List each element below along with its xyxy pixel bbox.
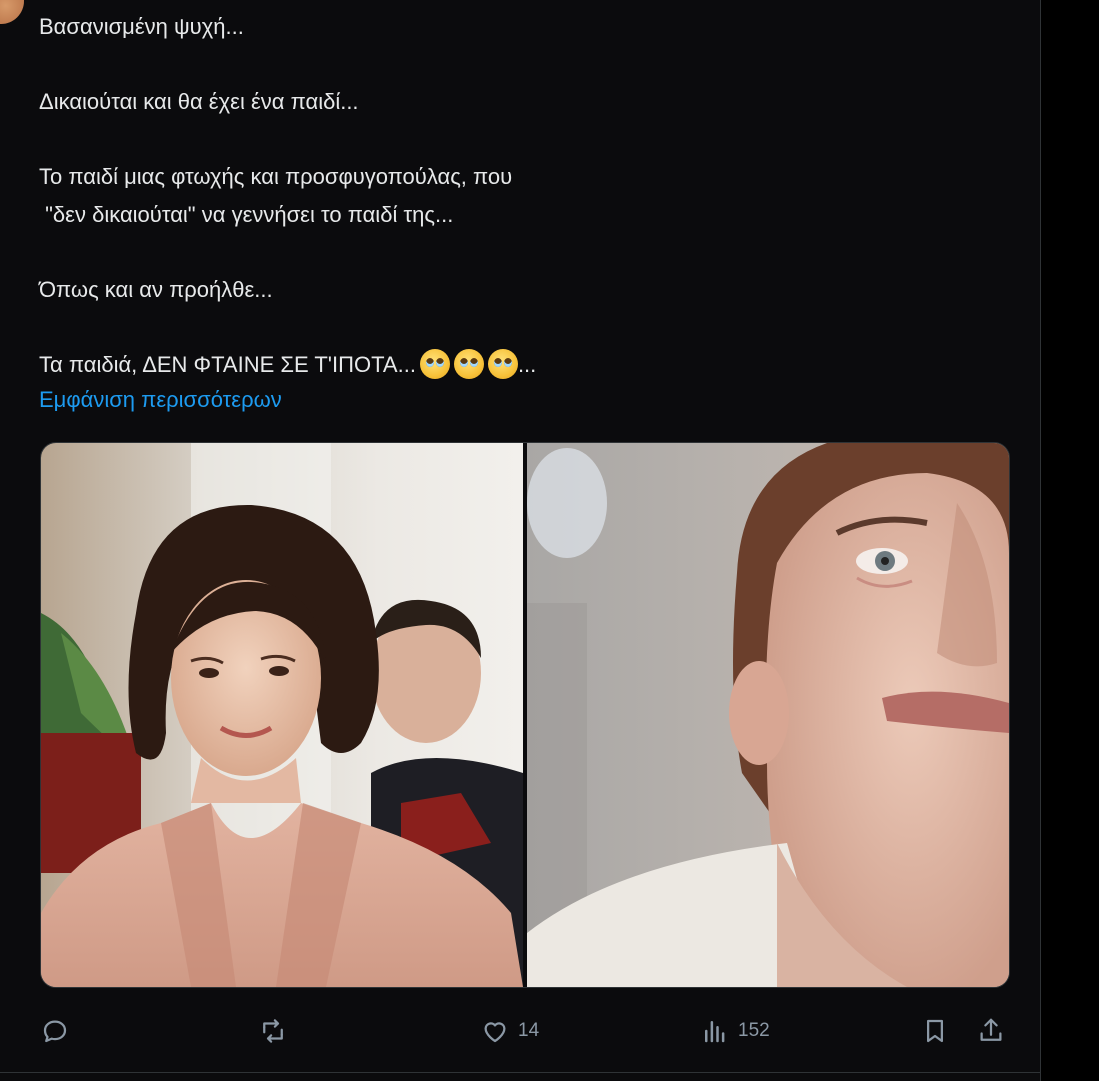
bookmark-button[interactable] <box>920 1010 950 1052</box>
photo-woman-tearful[interactable] <box>527 443 1009 987</box>
tweet-text: Βασανισμένη ψυχή... Δικαιούται και θα έχ… <box>39 8 1019 383</box>
reply-button[interactable] <box>40 1010 78 1052</box>
show-more-link[interactable]: Εμφάνιση περισσότερων <box>39 381 282 418</box>
tweet-line: Το παιδί μιας φτωχής και προσφυγοπούλας,… <box>39 164 513 189</box>
photo-icon <box>41 443 523 987</box>
photo-icon <box>527 443 1009 987</box>
tweet-line-gap <box>39 46 1019 84</box>
repost-icon <box>263 1019 283 1043</box>
reply-icon <box>43 1020 67 1043</box>
tweet-last-line: Τα παιδιά, ΔΕΝ ΦΤΑΙΝΕ ΣΕ Τ'ΙΠΟΤΑ...... <box>39 346 1019 384</box>
like-count: 14 <box>518 1020 540 1041</box>
tweet-last-line-suffix: ... <box>517 351 537 377</box>
divider <box>0 1072 1040 1073</box>
repost-button[interactable] <box>258 1010 296 1052</box>
pleading-face-icon <box>487 348 518 379</box>
tweet-last-line-text: Τα παιδιά, ΔΕΝ ΦΤΑΙΝΕ ΣΕ Τ'ΙΠΟΤΑ... <box>39 351 416 377</box>
views-count: 152 <box>738 1020 770 1041</box>
photo-woman-smiling[interactable] <box>41 443 523 987</box>
tweet-line: Δικαιούται και θα έχει ένα παιδί... <box>39 89 359 114</box>
like-button[interactable]: 14 <box>480 1010 539 1052</box>
tweet-line: Όπως και αν προήλθε... <box>39 276 273 302</box>
views-icon <box>705 1021 725 1043</box>
media-grid <box>40 442 1010 988</box>
tweet-line: Βασανισμένη ψυχή... <box>39 14 244 39</box>
tweet-line-gap <box>39 308 1019 346</box>
tweet-panel: Βασανισμένη ψυχή... Δικαιούται και θα έχ… <box>0 0 1040 1081</box>
tweet-line: "δεν δικαιούται" να γεννήσει το παιδί τη… <box>39 201 454 227</box>
tweet-line-gap <box>39 233 1019 271</box>
pleading-face-icon <box>453 348 484 379</box>
avatar[interactable] <box>0 0 24 24</box>
action-bar: 14 152 <box>40 1010 1008 1052</box>
views-button[interactable]: 152 <box>700 1010 770 1052</box>
right-gutter <box>1040 0 1099 1081</box>
pleading-face-icon <box>419 348 450 379</box>
tweet-line-gap <box>39 121 1019 159</box>
heart-icon <box>484 1022 506 1043</box>
share-icon <box>980 1018 1002 1041</box>
bookmark-icon <box>927 1019 943 1043</box>
share-button[interactable] <box>976 1010 1006 1052</box>
